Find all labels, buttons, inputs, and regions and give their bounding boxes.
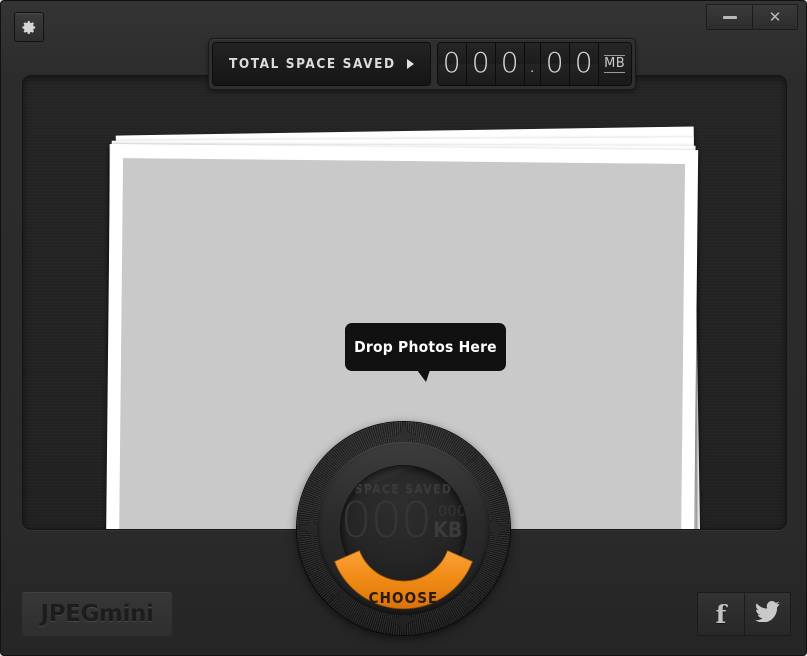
facebook-button[interactable]: f xyxy=(698,593,744,635)
choose-button[interactable]: CHOOSE xyxy=(297,422,510,635)
close-button[interactable]: ✕ xyxy=(752,5,797,29)
brand-label: JPEGmini xyxy=(40,601,154,627)
drop-photos-label: Drop Photos Here xyxy=(354,338,497,356)
unit-label: MB xyxy=(604,55,626,73)
odometer-digit: 0 xyxy=(437,43,467,85)
twitter-button[interactable] xyxy=(744,593,790,635)
odometer-decimal-point: . xyxy=(524,43,541,85)
odometer-digit: 0 xyxy=(495,43,525,85)
app-window: ✕ TOTAL SPACE SAVED 0 0 0 . 0 0 MB Drop … xyxy=(0,0,807,656)
total-space-saved-bar: TOTAL SPACE SAVED 0 0 0 . 0 0 MB xyxy=(208,38,636,90)
odometer-digit: 0 xyxy=(540,43,570,85)
unit-selector[interactable]: MB xyxy=(598,43,631,85)
gear-icon xyxy=(21,19,38,36)
social-links: f xyxy=(697,592,791,636)
odometer-digit: 0 xyxy=(466,43,496,85)
space-saved-dial: SPACE SAVED 000 .000 KB CHOOSE xyxy=(297,422,510,635)
close-icon: ✕ xyxy=(768,8,782,26)
twitter-icon xyxy=(755,601,780,627)
total-space-saved-button[interactable]: TOTAL SPACE SAVED xyxy=(212,42,431,86)
total-space-saved-odometer: 0 0 0 . 0 0 MB xyxy=(436,42,632,86)
window-controls: ✕ xyxy=(706,4,798,30)
minimize-button[interactable] xyxy=(707,5,752,29)
settings-button[interactable] xyxy=(14,12,44,42)
drop-photos-tooltip: Drop Photos Here xyxy=(345,323,506,382)
facebook-icon: f xyxy=(715,599,727,629)
total-space-saved-label: TOTAL SPACE SAVED xyxy=(229,56,396,72)
jpegmini-logo: JPEGmini xyxy=(22,592,172,636)
minimize-icon xyxy=(722,15,737,19)
triangle-right-icon xyxy=(406,59,414,69)
choose-arc xyxy=(333,549,474,610)
odometer-digit: 0 xyxy=(569,43,599,85)
